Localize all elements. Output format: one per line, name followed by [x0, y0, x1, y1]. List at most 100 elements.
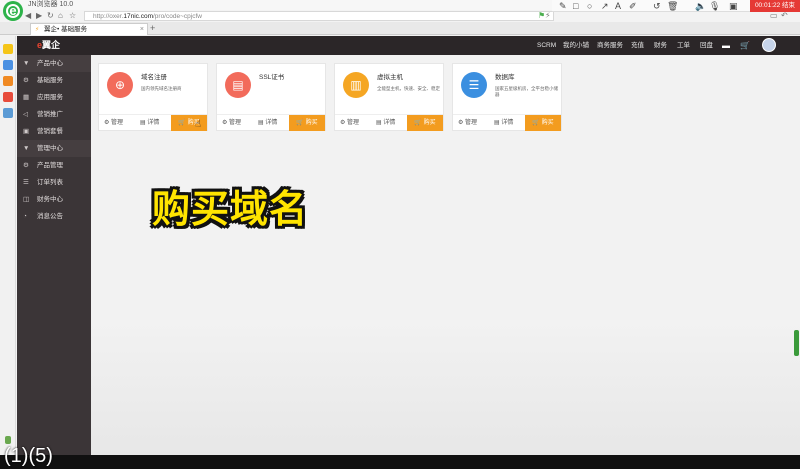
bottom-strip [0, 455, 800, 469]
nav-scrm[interactable]: SCRM [537, 36, 556, 55]
buy-button[interactable]: 🛒 购买 [289, 115, 325, 131]
card-desc: 国内领先域名注册商 [141, 86, 182, 91]
notes-icon[interactable] [3, 60, 13, 70]
user-avatar[interactable] [762, 38, 776, 52]
arrow-icon[interactable]: ↗ [601, 0, 609, 12]
detail-button[interactable]: ▤ 详情 [494, 115, 513, 131]
rectangle-icon[interactable]: □ [573, 0, 578, 12]
circle-icon[interactable]: ○ [587, 0, 592, 12]
favorites-star-icon[interactable] [3, 44, 13, 54]
sidebar-item-product-management[interactable]: ⚙ 产品管理 [17, 157, 91, 174]
gear-icon: ⚙ [23, 162, 29, 169]
tab-basic-service[interactable]: ⚡ 翼企• 基础服务 × [30, 23, 148, 35]
sidebar-group-product-center[interactable]: ▼ 产品中心 [17, 55, 91, 72]
certificate-icon: ▤ [225, 72, 251, 98]
hand-cursor-icon: ☝ [195, 119, 202, 130]
package-icon: ▣ [23, 128, 30, 135]
sidebar-item-finance-center[interactable]: ◫ 财务中心 [17, 191, 91, 208]
nav-business-service[interactable]: 商务服务 [597, 36, 623, 55]
main-content: ⊕ 域名注册 国内领先域名注册商 ⚙ 管理 ▤ 详情 🛒 购买 ▤ SSL证书 … [91, 55, 800, 469]
buy-button[interactable]: 🛒 购买 [407, 115, 443, 131]
url-text: http://oxer.17nic.com/pro/code~cpjcfw [93, 13, 202, 20]
list-icon: ☰ [23, 179, 29, 186]
nav-tickets[interactable]: 工单 [677, 36, 690, 55]
buy-button[interactable]: 🛒 购买 [171, 115, 207, 131]
marker-icon[interactable]: ✐ [629, 0, 637, 12]
sidebar-group-management-center[interactable]: ▼ 管理中心 [17, 140, 91, 157]
manage-button[interactable]: ⚙ 管理 [458, 115, 477, 131]
app-header: e翼企 SCRM 我的小铺 商务服务 充值 财务 工单 回盘 ▬ 🛒 [17, 36, 800, 55]
card-title: 域名注册 [141, 74, 167, 81]
globe-icon: ⊕ [107, 72, 133, 98]
message-icon[interactable]: ▬ [722, 41, 730, 50]
card-title: SSL证书 [259, 74, 285, 81]
screen: JN浏览器 10.0 e ◀ ▶ ↻ ⌂ ☆ http://oxer.17nic… [0, 0, 800, 469]
video-caption: 购买域名 [152, 189, 309, 231]
card-desc: 全能型主机，快速、安全、稳定 [377, 86, 440, 91]
tab-favicon-icon: ⚡ [35, 27, 40, 33]
weibo-icon[interactable] [3, 76, 13, 86]
undo-draw-icon[interactable]: ↺ [653, 0, 661, 12]
nav-recycle[interactable]: 回盘 [700, 36, 713, 55]
nav-my-shop[interactable]: 我的小铺 [563, 36, 589, 55]
bell-icon: ◔ [23, 213, 27, 220]
megaphone-icon: ◁ [23, 111, 28, 118]
browser-title: JN浏览器 10.0 [28, 1, 74, 8]
card-actions: ⚙ 管理 ▤ 详情 🛒 购买 [217, 114, 325, 131]
sidebar-item-basic-service[interactable]: ⚙ 基础服务 [17, 72, 91, 89]
refresh-icon[interactable]: ↻ [47, 10, 54, 22]
app-icon[interactable] [3, 92, 13, 102]
service-card-ssl: ▤ SSL证书 ⚙ 管理 ▤ 详情 🛒 购买 [216, 63, 326, 131]
detail-button[interactable]: ▤ 详情 [140, 115, 159, 131]
nav-recharge[interactable]: 充值 [631, 36, 644, 55]
sidebar-item-announcements[interactable]: ◔ 消息公告 [17, 208, 91, 225]
screen-recorder-toolbar: ✎ □ ○ ↗ A ✐ ↺ 🗑 🔈 🎙 ▣ 00:01:22 结束 [552, 0, 800, 12]
manage-button[interactable]: ⚙ 管理 [222, 115, 241, 131]
sidebar-item-marketing-package[interactable]: ▣ 营销套餐 [17, 123, 91, 140]
cart-icon[interactable]: 🛒 [740, 41, 750, 50]
triangle-down-icon: ▼ [23, 145, 30, 152]
lock-icon[interactable] [5, 436, 11, 444]
document-icon[interactable] [3, 108, 13, 118]
service-card-virtual-host: ▥ 虚拟主机 全能型主机，快速、安全、稳定 ⚙ 管理 ▤ 详情 🛒 购买 [334, 63, 444, 131]
page-label: (1)(5) [4, 445, 53, 467]
manage-button[interactable]: ⚙ 管理 [104, 115, 123, 131]
card-desc: 国家五星级机房，全平台稳小储器 [495, 86, 558, 97]
url-input[interactable]: http://oxer.17nic.com/pro/code~cpjcfw [84, 11, 554, 21]
detail-button[interactable]: ▤ 详情 [376, 115, 395, 131]
wallet-icon: ◫ [23, 196, 30, 203]
browser-sidebar [0, 36, 16, 469]
scrollbar[interactable] [794, 330, 799, 356]
new-tab-button[interactable]: + [150, 22, 155, 34]
service-card-database: ☰ 数据库 国家五星级机房，全平台稳小储器 ⚙ 管理 ▤ 详情 🛒 购买 [452, 63, 562, 131]
sidebar-item-app-service[interactable]: ▦ 应用服务 [17, 89, 91, 106]
sidebar-item-marketing[interactable]: ◁ 营销推广 [17, 106, 91, 123]
card-title: 数据库 [495, 74, 515, 81]
star-icon[interactable]: ☆ [69, 10, 76, 22]
microphone-icon[interactable]: 🎙 [709, 0, 720, 12]
tab-bar: ⚡ 翼企• 基础服务 × + [0, 22, 800, 35]
lightning-icon[interactable]: ⚡ [545, 10, 551, 22]
forward-icon[interactable]: ▶ [36, 10, 42, 22]
home-icon[interactable]: ⌂ [58, 10, 63, 22]
sidebar-item-order-list[interactable]: ☰ 订单列表 [17, 174, 91, 191]
camera-icon[interactable]: ▣ [729, 0, 738, 12]
books-icon: ▥ [343, 72, 369, 98]
app-sidebar: ▼ 产品中心 ⚙ 基础服务 ▦ 应用服务 ◁ 营销推广 ▣ 营销套餐 ▼ 管理中… [17, 55, 91, 469]
tab-close-icon[interactable]: × [140, 24, 144, 35]
pen-icon[interactable]: ✎ [559, 0, 567, 12]
card-title: 虚拟主机 [377, 74, 403, 81]
tab-label: 翼企• 基础服务 [44, 26, 88, 33]
back-icon[interactable]: ◀ [25, 10, 31, 22]
manage-button[interactable]: ⚙ 管理 [340, 115, 359, 131]
recording-timer-button[interactable]: 00:01:22 结束 [750, 0, 800, 12]
speaker-icon[interactable]: 🔈 [695, 0, 706, 12]
nav-finance[interactable]: 财务 [654, 36, 667, 55]
card-actions: ⚙ 管理 ▤ 详情 🛒 购买 [335, 114, 443, 131]
text-icon[interactable]: A [615, 0, 621, 12]
app-logo[interactable]: e翼企 [37, 39, 60, 52]
buy-button[interactable]: 🛒 购买 [525, 115, 561, 131]
browser-logo-icon: e [3, 1, 23, 21]
trash-icon[interactable]: 🗑 [667, 0, 678, 12]
detail-button[interactable]: ▤ 详情 [258, 115, 277, 131]
